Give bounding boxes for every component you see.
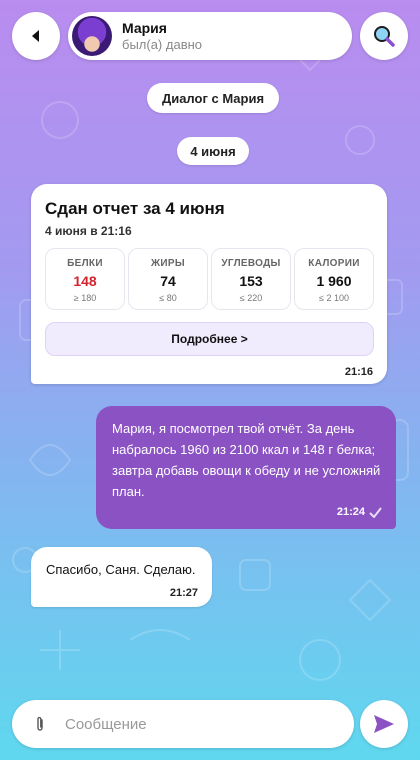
stat-protein: БЕЛКИ 148 ≥ 180 <box>45 248 125 310</box>
message-meta: 21:24 <box>337 506 382 518</box>
stat-calories: КАЛОРИИ 1 960 ≤ 2 100 <box>294 248 374 310</box>
back-arrow-icon <box>32 30 39 42</box>
stat-value: 148 <box>73 273 97 289</box>
contact-name: Мария <box>122 19 167 36</box>
stat-label: БЕЛКИ <box>67 258 103 269</box>
incoming-message: Спасибо, Саня. Сделаю. 21:27 <box>31 547 212 607</box>
stat-label: УГЛЕВОДЫ <box>221 258 281 269</box>
message-text: Спасибо, Саня. Сделаю. <box>46 562 196 577</box>
contact-header[interactable]: Мария был(а) давно <box>68 12 352 60</box>
report-subtitle: 4 июня в 21:16 <box>45 224 132 238</box>
report-title: Сдан отчет за 4 июня <box>45 199 225 218</box>
send-button[interactable] <box>360 700 408 748</box>
stat-value: 1 960 <box>316 273 352 289</box>
stat-carbs: УГЛЕВОДЫ 153 ≤ 220 <box>211 248 291 310</box>
stat-value: 153 <box>239 273 263 289</box>
message-time: 21:24 <box>336 506 365 518</box>
contact-info: Мария был(а) давно <box>122 20 202 53</box>
back-button[interactable] <box>12 12 60 60</box>
date-chip: 4 июня <box>177 137 249 165</box>
message-time: 21:27 <box>169 587 198 599</box>
paperclip-icon <box>37 716 43 731</box>
stat-limit: ≤ 2 100 <box>319 293 349 303</box>
details-button[interactable]: Подробнее > <box>45 322 374 356</box>
stat-fat: ЖИРЫ 74 ≤ 80 <box>128 248 208 310</box>
search-icon <box>374 26 395 47</box>
report-card: Сдан отчет за 4 июня 4 июня в 21:16 БЕЛК… <box>31 184 387 384</box>
stat-label: ЖИРЫ <box>151 258 185 269</box>
stat-limit: ≤ 80 <box>159 293 177 303</box>
send-icon <box>374 715 394 733</box>
stat-label: КАЛОРИИ <box>308 258 360 269</box>
message-composer <box>12 700 354 748</box>
avatar[interactable] <box>72 16 112 56</box>
dialog-chip: Диалог с Мария <box>147 83 279 113</box>
outgoing-message: Мария, я посмотрел твой отчёт. За день н… <box>96 406 396 529</box>
check-icon <box>369 506 382 518</box>
contact-status: был(а) давно <box>122 36 203 52</box>
message-time: 21:16 <box>344 366 373 378</box>
message-input[interactable] <box>65 715 325 733</box>
message-text: Мария, я посмотрел твой отчёт. За день н… <box>112 421 381 499</box>
stat-limit: ≤ 220 <box>239 293 263 303</box>
stat-value: 74 <box>160 273 176 289</box>
stat-limit: ≥ 180 <box>73 293 97 303</box>
attach-button[interactable] <box>30 716 50 732</box>
search-button[interactable] <box>360 12 408 60</box>
